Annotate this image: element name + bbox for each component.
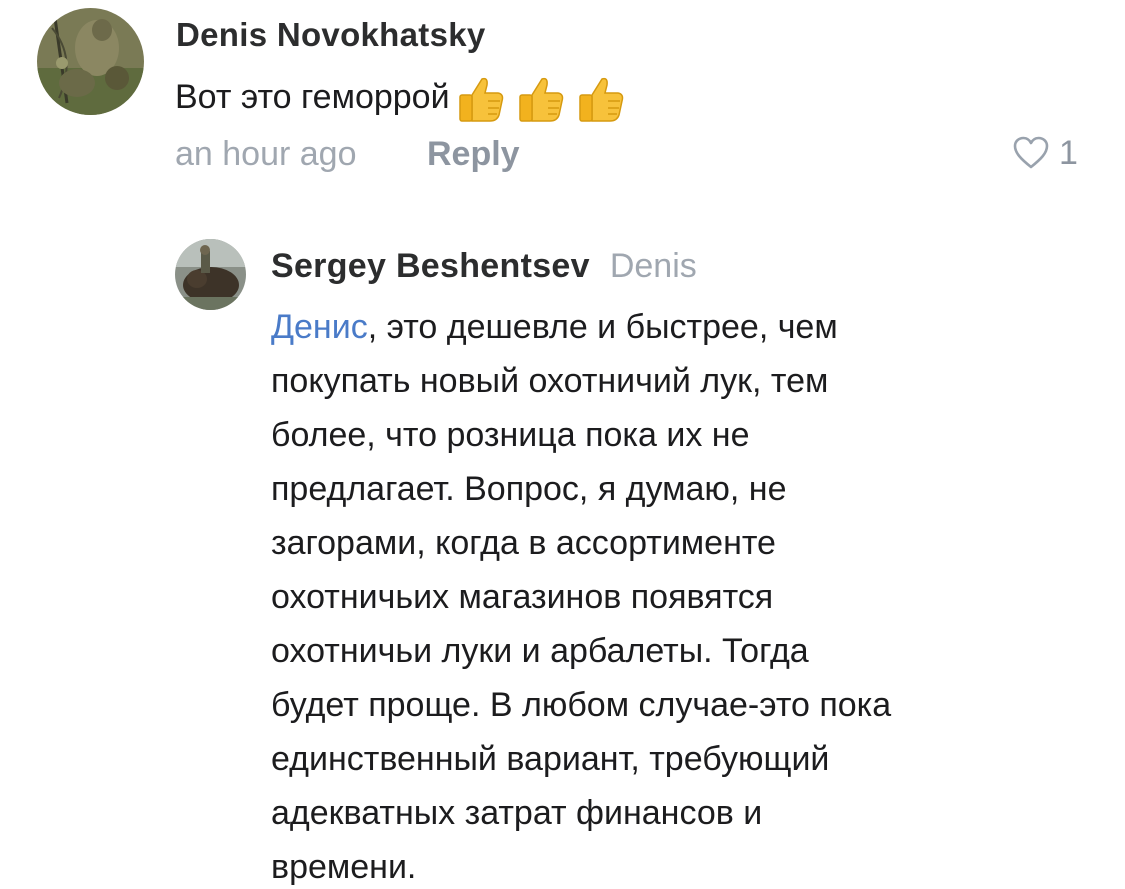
mention-link[interactable]: Денис: [271, 308, 368, 346]
reply-to-name[interactable]: Denis: [610, 247, 697, 286]
comment-timestamp: an hour ago: [175, 135, 357, 173]
avatar-sergey[interactable]: [175, 239, 246, 310]
like-button[interactable]: 1: [1011, 133, 1078, 173]
reply-line: более, что розница пока их не: [271, 416, 750, 454]
reply-text: Денис, это дешевле и быстрее, чем покупа…: [271, 300, 1101, 889]
reply-header: Sergey Beshentsev Denis: [271, 247, 697, 286]
reply-line: Денис, это дешевле и быстрее, чем: [271, 300, 1101, 354]
reply-button[interactable]: Reply: [427, 135, 520, 174]
thumbs-up-icon: [578, 77, 623, 122]
comment-text: Вот это геморрой: [175, 71, 628, 127]
comments-thread: Denis Novokhatsky Вот это геморрой an ho…: [0, 0, 1125, 889]
emoji-group: [452, 71, 628, 127]
reply-line: охотничьих магазинов появятся: [271, 578, 774, 616]
avatar-denis[interactable]: [37, 8, 144, 115]
heart-icon: [1013, 136, 1049, 169]
comment-text-content: Вот это геморрой: [175, 77, 450, 116]
thumbs-up-icon: [518, 77, 563, 122]
comment-author[interactable]: Denis Novokhatsky: [176, 16, 486, 54]
comment-meta: an hour ago: [175, 135, 357, 174]
reply-line: предлагает. Вопрос, я думаю, не: [271, 470, 787, 508]
reply-line-text: , это дешевле и быстрее, чем: [367, 308, 838, 346]
reply-line: охотничьи луки и арбалеты. Тогда: [271, 632, 809, 670]
thumbs-up-icon: [458, 77, 503, 122]
reply-author[interactable]: Sergey Beshentsev: [271, 247, 590, 286]
reply-line: единственный вариант, требующий: [271, 740, 830, 778]
like-count: 1: [1059, 133, 1078, 172]
reply-line: адекватных затрат финансов и: [271, 794, 763, 832]
reply-line: будет проще. В любом случае-это пока: [271, 686, 892, 724]
reply-line: времени.: [271, 848, 417, 886]
reply-line: покупать новый охотничий лук, тем: [271, 362, 829, 400]
reply-line: загорами, когда в ассортименте: [271, 524, 776, 562]
